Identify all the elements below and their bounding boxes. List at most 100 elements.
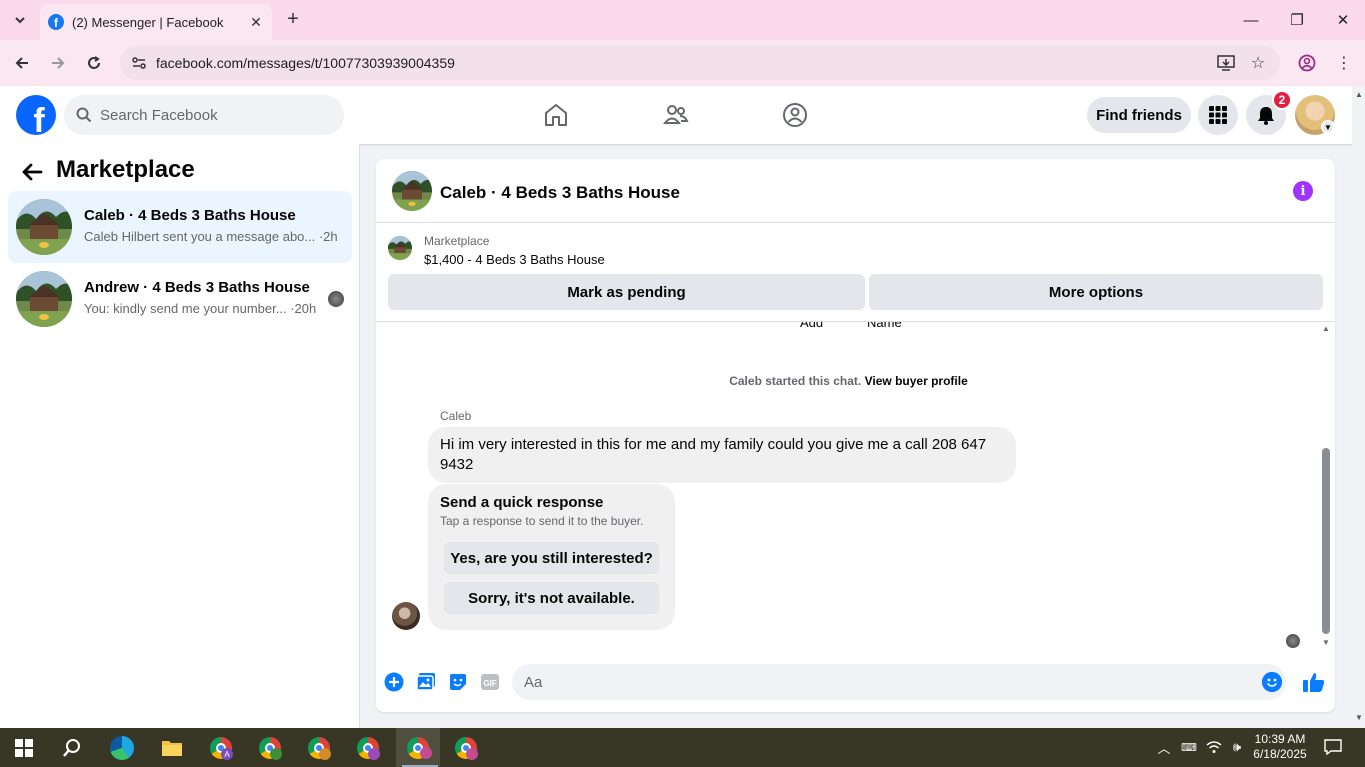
gif-icon[interactable]: GIF — [480, 672, 500, 692]
back-button[interactable] — [9, 50, 35, 76]
emoji-icon[interactable] — [1262, 672, 1282, 692]
conversation-item[interactable]: Caleb · 4 Beds 3 Baths House Caleb Hilbe… — [8, 191, 352, 263]
plus-circle-icon[interactable] — [384, 672, 404, 692]
show-hidden-icons-chevron-icon[interactable]: ︿ — [1155, 738, 1173, 756]
friends-icon — [663, 105, 689, 124]
listing-thumbnail[interactable] — [392, 171, 432, 211]
friends-nav-button[interactable] — [660, 99, 692, 131]
view-buyer-profile-link[interactable]: View buyer profile — [865, 374, 968, 388]
browser-tab-messenger[interactable]: f (2) Messenger | Facebook ✕ — [40, 4, 272, 40]
back-arrow-icon[interactable] — [20, 160, 44, 184]
chrome-app-profile-5[interactable] — [396, 728, 440, 767]
new-tab-button[interactable]: + — [282, 8, 304, 30]
find-friends-button[interactable]: Find friends — [1087, 97, 1191, 133]
url-text: facebook.com/messages/t/1007730393900435… — [156, 55, 455, 71]
thread-scrollbar[interactable]: ▲ ▼ — [1320, 324, 1332, 651]
search-icon — [76, 107, 92, 123]
minimize-button[interactable]: — — [1236, 6, 1266, 34]
mark-as-pending-button[interactable]: Mark as pending — [388, 274, 865, 310]
profile-badge — [270, 748, 282, 760]
grid-menu-icon — [1209, 106, 1227, 124]
groups-nav-button[interactable] — [779, 99, 811, 131]
conversation-snippet: Caleb Hilbert sent you a message abo... … — [84, 229, 338, 244]
message-input[interactable]: Aa — [512, 664, 1286, 700]
scrollbar-thumb[interactable] — [1322, 448, 1330, 634]
chrome-app-profile-a[interactable]: A — [205, 732, 237, 764]
tab-title: (2) Messenger | Facebook — [72, 14, 224, 30]
restore-button[interactable]: ❐ — [1282, 6, 1312, 34]
sender-name: Caleb — [440, 409, 472, 423]
profile-badge — [420, 747, 432, 759]
chrome-app-profile-4[interactable] — [352, 732, 384, 764]
start-button[interactable] — [8, 732, 40, 764]
profile-icon[interactable] — [1296, 52, 1318, 74]
taskbar-search-button[interactable] — [56, 732, 88, 764]
notifications-center-icon[interactable] — [1324, 738, 1342, 756]
page-scrollbar[interactable]: ▲ ▼ — [1352, 86, 1365, 728]
quick-response-still-interested[interactable]: Yes, are you still interested? — [444, 542, 659, 574]
wifi-icon[interactable] — [1205, 738, 1223, 756]
chrome-app-profile-2[interactable] — [254, 732, 286, 764]
facebook-logo[interactable]: f — [16, 95, 56, 135]
photo-icon[interactable] — [416, 672, 436, 692]
bookmark-star-icon[interactable]: ☆ — [1247, 52, 1269, 74]
thumbs-up-icon[interactable] — [1302, 670, 1326, 694]
sender-avatar[interactable] — [392, 602, 420, 630]
system-clock[interactable]: 10:39 AM 6/18/2025 — [1250, 732, 1310, 762]
windows-logo-icon — [15, 739, 33, 757]
arrow-right-icon — [52, 57, 65, 69]
install-app-icon[interactable] — [1215, 52, 1237, 74]
arrow-left-icon — [15, 57, 28, 69]
reload-icon — [88, 56, 100, 69]
conversation-title: Andrew · 4 Beds 3 Baths House — [84, 279, 310, 296]
profile-badge: A — [221, 748, 233, 760]
scroll-down-arrow-icon[interactable]: ▼ — [1322, 638, 1330, 647]
listing-label: Marketplace — [424, 234, 490, 248]
page-scroll-down-arrow-icon[interactable]: ▼ — [1355, 713, 1363, 722]
facebook-header: f Search Facebook Find friends 2 ▼ — [0, 86, 1352, 144]
reload-button[interactable] — [81, 50, 107, 76]
site-settings-icon[interactable] — [130, 54, 148, 72]
home-icon — [545, 104, 567, 126]
read-receipt-avatar — [1286, 634, 1300, 648]
edge-app[interactable] — [106, 732, 138, 764]
chrome-app-profile-3[interactable] — [303, 732, 335, 764]
chat-title[interactable]: Caleb · 4 Beds 3 Baths House — [440, 183, 680, 203]
tab-search-button[interactable] — [8, 8, 32, 32]
chat-panel: Caleb · 4 Beds 3 Baths House i Marketpla… — [376, 159, 1335, 712]
page-scroll-up-arrow-icon[interactable]: ▲ — [1355, 90, 1363, 99]
profile-badge — [368, 748, 380, 760]
quick-response-title: Send a quick response — [440, 494, 604, 511]
listing-thumbnail — [388, 236, 412, 260]
close-window-button[interactable]: ✕ — [1328, 6, 1358, 34]
browser-menu-icon[interactable]: ⋮ — [1333, 52, 1355, 74]
chrome-app-profile-6[interactable] — [450, 732, 482, 764]
search-input[interactable]: Search Facebook — [64, 95, 344, 135]
address-bar[interactable]: facebook.com/messages/t/1007730393900435… — [120, 46, 1280, 80]
conversation-item[interactable]: Andrew · 4 Beds 3 Baths House You: kindl… — [8, 263, 352, 335]
search-icon — [63, 739, 80, 757]
clock-time: 10:39 AM — [1254, 732, 1306, 746]
home-nav-button[interactable] — [540, 99, 572, 131]
volume-icon[interactable]: 🕪 — [1228, 738, 1246, 756]
sticker-icon[interactable] — [448, 672, 468, 692]
tab-close-icon[interactable]: ✕ — [248, 14, 264, 31]
message-bubble[interactable]: Hi im very interested in this for me and… — [428, 427, 1016, 483]
scroll-up-arrow-icon[interactable]: ▲ — [1322, 324, 1330, 333]
profile-badge — [319, 748, 331, 760]
file-explorer-app[interactable] — [156, 732, 188, 764]
menu-grid-button[interactable] — [1198, 95, 1238, 135]
message-thread[interactable]: Add Name Caleb started this chat. View b… — [376, 322, 1321, 652]
chat-header: Caleb · 4 Beds 3 Baths House i — [376, 159, 1335, 223]
more-options-button[interactable]: More options — [869, 274, 1323, 310]
info-icon[interactable]: i — [1293, 181, 1313, 201]
forward-button[interactable] — [45, 50, 71, 76]
browser-tabstrip: f (2) Messenger | Facebook ✕ + — ❐ ✕ — [0, 0, 1365, 40]
listing-summary[interactable]: Marketplace $1,400 - 4 Beds 3 Baths Hous… — [376, 224, 1335, 274]
listing-thumbnail — [16, 199, 72, 255]
edge-icon — [110, 736, 134, 760]
chevron-down-icon[interactable]: ▼ — [1321, 120, 1335, 134]
quick-response-not-available[interactable]: Sorry, it's not available. — [444, 582, 659, 614]
profile-badge — [466, 748, 478, 760]
input-method-icon[interactable]: ⌨ — [1180, 738, 1198, 756]
